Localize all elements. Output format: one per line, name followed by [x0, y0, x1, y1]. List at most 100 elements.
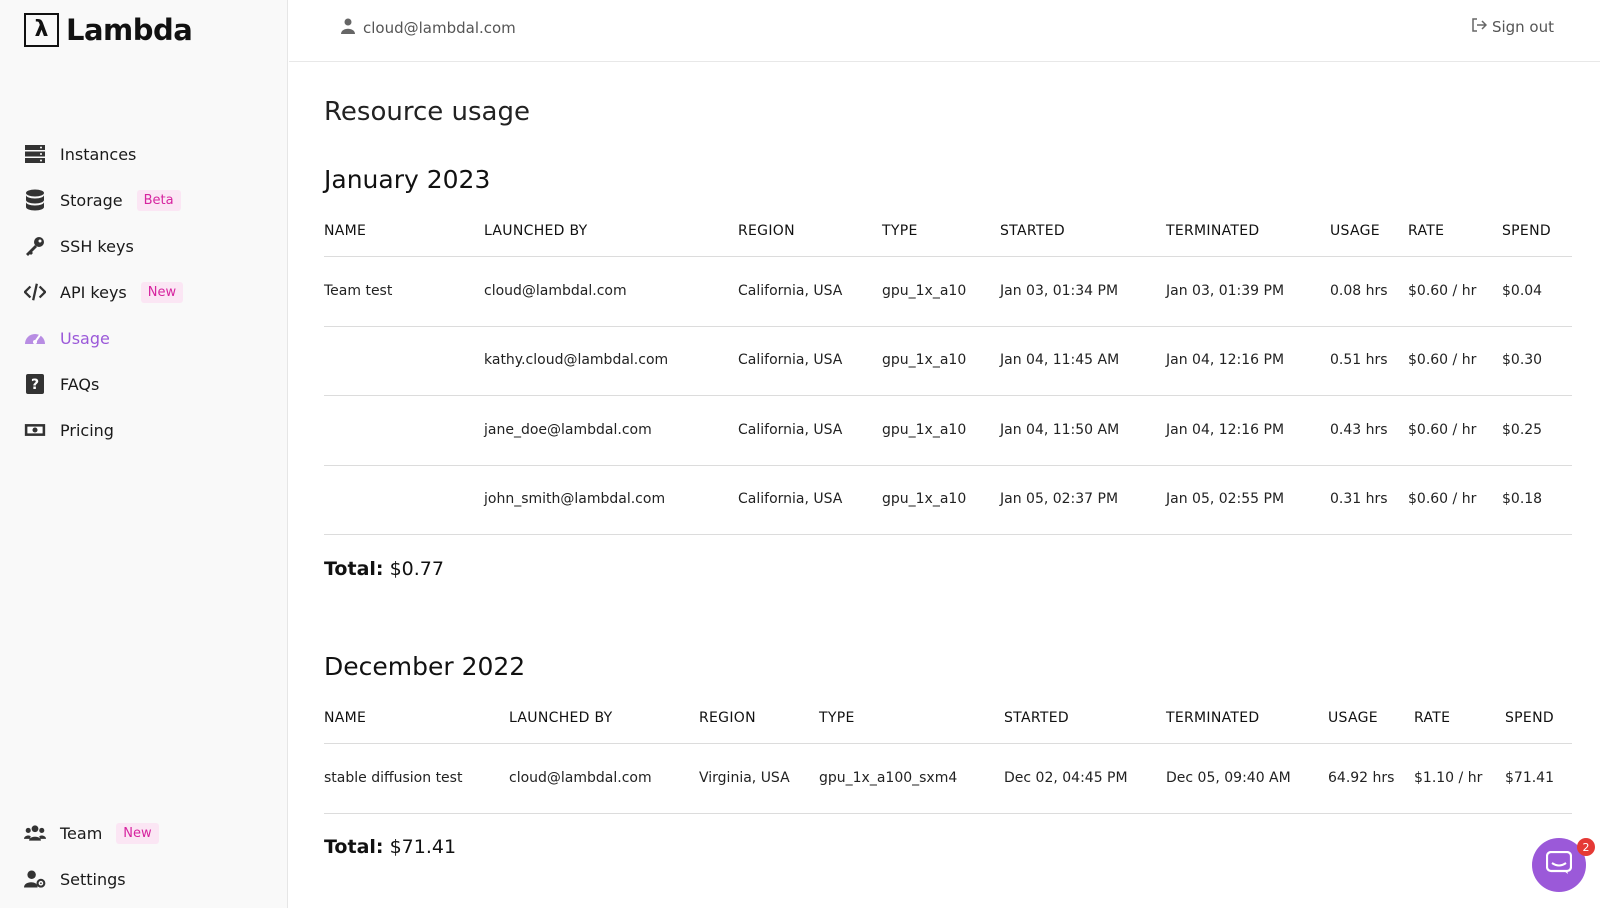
sidebar-item-label: Storage [60, 190, 123, 210]
column-header: TERMINATED [1166, 710, 1260, 726]
month-title: December 2022 [324, 652, 526, 681]
cell-type: gpu_1x_a10 [882, 352, 967, 368]
divider [324, 534, 1572, 535]
divider [324, 743, 1572, 744]
total-label: Total: [324, 836, 384, 858]
column-header: LAUNCHED BY [484, 223, 588, 239]
cell-type: gpu_1x_a10 [882, 422, 967, 438]
cell-usage: 0.08 hrs [1330, 283, 1388, 299]
cell-terminated: Jan 04, 12:16 PM [1166, 352, 1285, 368]
sidebar-item-instances[interactable]: Instances [24, 139, 136, 169]
svg-text:?: ? [31, 377, 39, 393]
cell-started: Jan 04, 11:50 AM [1000, 422, 1120, 438]
page-title: Resource usage [324, 97, 530, 127]
cell-usage: 0.51 hrs [1330, 352, 1388, 368]
new-badge: New [116, 822, 159, 844]
lambda-logo-icon: λ [24, 13, 59, 47]
cell-terminated: Jan 05, 02:55 PM [1166, 491, 1285, 507]
column-header: REGION [738, 223, 795, 239]
column-header: SPEND [1505, 710, 1554, 726]
cell-rate: $1.10 / hr [1414, 770, 1483, 786]
cell-started: Jan 03, 01:34 PM [1000, 283, 1119, 299]
month-total: Total: $0.77 [324, 558, 444, 580]
column-header: TYPE [819, 710, 855, 726]
sidebar-item-label: SSH keys [60, 236, 134, 256]
cell-launched-by: cloud@lambdal.com [509, 770, 652, 786]
cell-usage: 64.92 hrs [1328, 770, 1395, 786]
column-header: RATE [1414, 710, 1451, 726]
sidebar-item-label: Settings [60, 869, 126, 889]
cell-started: Jan 04, 11:45 AM [1000, 352, 1120, 368]
sidebar-item-team[interactable]: Team New [24, 818, 159, 848]
money-icon [24, 419, 46, 441]
column-header: REGION [699, 710, 756, 726]
sidebar-item-settings[interactable]: Settings [24, 864, 126, 894]
question-icon: ? [24, 373, 46, 395]
cell-terminated: Jan 03, 01:39 PM [1166, 283, 1285, 299]
column-header: USAGE [1328, 710, 1378, 726]
sign-out-label: Sign out [1491, 18, 1554, 36]
cell-region: California, USA [738, 283, 843, 299]
column-header: SPEND [1502, 223, 1551, 239]
cell-usage: 0.31 hrs [1330, 491, 1388, 507]
sidebar-item-usage[interactable]: Usage [24, 323, 110, 353]
cell-region: Virginia, USA [699, 770, 790, 786]
cell-region: California, USA [738, 352, 843, 368]
key-icon [24, 235, 46, 257]
users-icon [24, 822, 46, 844]
user-email: cloud@lambdal.com [363, 19, 516, 37]
sidebar-item-storage[interactable]: Storage Beta [24, 185, 181, 215]
cell-type: gpu_1x_a10 [882, 283, 967, 299]
total-value: $71.41 [389, 836, 457, 858]
sidebar-item-label: Pricing [60, 420, 114, 440]
top-bar: cloud@lambdal.com Sign out [289, 0, 1600, 62]
user-settings-icon [24, 868, 46, 890]
sidebar-item-label: FAQs [60, 374, 100, 394]
lambda-logo[interactable]: λ Lambda [24, 13, 193, 47]
cell-terminated: Jan 04, 12:16 PM [1166, 422, 1285, 438]
divider [324, 256, 1572, 257]
cell-region: California, USA [738, 491, 843, 507]
server-icon [24, 143, 46, 165]
code-icon [24, 281, 46, 303]
divider [324, 813, 1572, 814]
column-header: TYPE [882, 223, 918, 239]
user-icon [341, 18, 355, 38]
cell-spend: $0.18 [1502, 491, 1543, 507]
cell-launched-by: kathy.cloud@lambdal.com [484, 352, 669, 368]
user-account: cloud@lambdal.com [341, 18, 516, 38]
cell-spend: $0.25 [1502, 422, 1543, 438]
cell-name: stable diffusion test [324, 770, 463, 786]
cell-spend: $0.04 [1502, 283, 1543, 299]
cell-launched-by: jane_doe@lambdal.com [484, 422, 652, 438]
cell-rate: $0.60 / hr [1408, 283, 1477, 299]
cell-type: gpu_1x_a10 [882, 491, 967, 507]
cell-rate: $0.60 / hr [1408, 491, 1477, 507]
column-header: LAUNCHED BY [509, 710, 613, 726]
sign-out-button[interactable]: Sign out [1471, 18, 1554, 36]
column-header: STARTED [1000, 223, 1065, 239]
column-header: NAME [324, 223, 367, 239]
sidebar-item-label: Instances [60, 144, 137, 164]
sidebar-item-ssh-keys[interactable]: SSH keys [24, 231, 134, 261]
gauge-icon [24, 327, 46, 349]
beta-badge: Beta [136, 189, 181, 211]
sidebar-item-pricing[interactable]: Pricing [24, 415, 114, 445]
total-label: Total: [324, 558, 384, 580]
cell-launched-by: cloud@lambdal.com [484, 283, 627, 299]
column-header: STARTED [1004, 710, 1069, 726]
unread-count-badge: 2 [1577, 838, 1595, 856]
sidebar-item-label: Team [60, 823, 103, 843]
cell-usage: 0.43 hrs [1330, 422, 1388, 438]
sidebar-item-api-keys[interactable]: API keys New [24, 277, 184, 307]
divider [324, 465, 1572, 466]
sidebar: λ Lambda Instances Storage Beta SSH keys… [0, 0, 288, 908]
total-value: $0.77 [389, 558, 444, 580]
new-badge: New [140, 281, 184, 303]
cell-launched-by: john_smith@lambdal.com [484, 491, 666, 507]
sidebar-item-faqs[interactable]: ? FAQs [24, 369, 99, 399]
database-icon [24, 189, 46, 211]
column-header: TERMINATED [1166, 223, 1260, 239]
sidebar-item-label: Usage [60, 328, 110, 348]
column-header: RATE [1408, 223, 1445, 239]
